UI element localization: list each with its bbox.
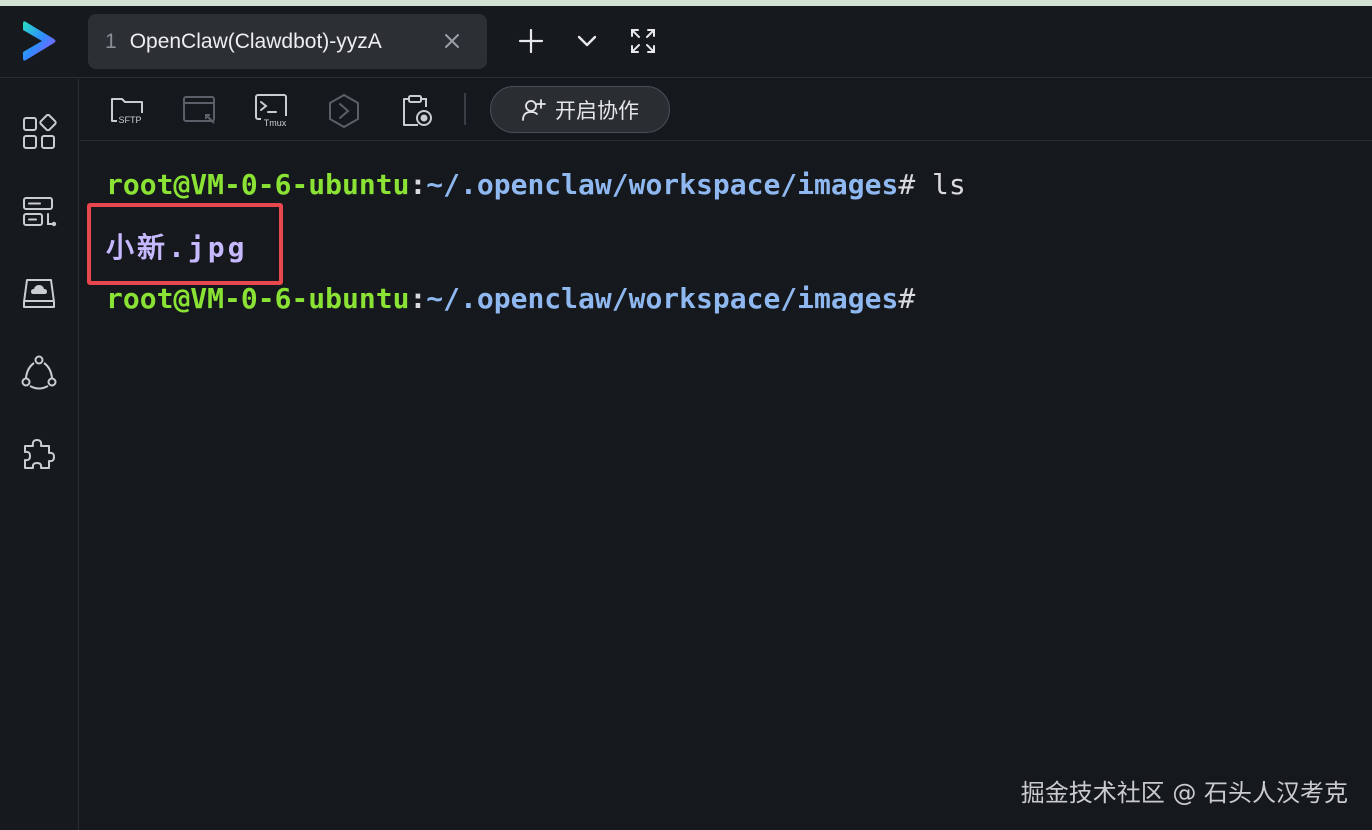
prompt-symbol: #	[898, 168, 916, 201]
chevron-down-icon[interactable]	[572, 26, 602, 56]
sftp-label: SFTP	[118, 115, 141, 125]
session-tab[interactable]: 1 OpenClaw(Clawdbot)-yyzA	[88, 14, 487, 69]
prompt-path: ~/.openclaw/workspace/images	[426, 168, 899, 201]
start-collaboration-button[interactable]: 开启协作	[490, 86, 670, 133]
prompt-separator: :	[409, 282, 427, 315]
tmux-label: Tmux	[264, 118, 287, 128]
tab-number: 1	[105, 29, 117, 53]
sidebar	[0, 79, 79, 830]
prompt-path: ~/.openclaw/workspace/images	[426, 282, 899, 315]
terminal-output[interactable]: root@VM-0-6-ubuntu:~/.openclaw/workspace…	[80, 142, 1372, 830]
toolbar-divider	[464, 93, 466, 125]
prompt-user: root@VM-0-6-ubuntu	[106, 168, 410, 201]
title-bar: 1 OpenClaw(Clawdbot)-yyzA	[0, 6, 1372, 78]
highlight-box	[87, 203, 283, 285]
watermark: 掘金技术社区 @ 石头人汉考克	[1020, 779, 1348, 807]
puzzle-plugin-icon[interactable]	[20, 434, 58, 472]
prompt-symbol: #	[898, 282, 916, 315]
hexagon-plugin-icon	[329, 94, 359, 128]
collab-label: 开启协作	[555, 98, 639, 123]
tmux-terminal-icon[interactable]: Tmux	[252, 91, 292, 131]
terminal-line: root@VM-0-6-ubuntu:~/.openclaw/workspace…	[106, 282, 915, 315]
clipboard-record-icon[interactable]	[396, 91, 436, 131]
apps-grid-icon[interactable]	[20, 114, 58, 152]
prompt-separator: :	[409, 168, 427, 201]
session-toolbar: SFTP Tmux 开启协作	[80, 79, 1372, 141]
server-list-icon[interactable]	[20, 194, 58, 232]
cloud-storage-icon[interactable]	[20, 274, 58, 312]
close-icon[interactable]	[441, 30, 463, 52]
command-text: ls	[915, 168, 966, 201]
terminal-line: root@VM-0-6-ubuntu:~/.openclaw/workspace…	[106, 168, 966, 201]
plus-icon[interactable]	[516, 26, 546, 56]
prompt-user: root@VM-0-6-ubuntu	[106, 282, 410, 315]
add-user-icon	[522, 98, 546, 121]
sftp-folder-icon[interactable]: SFTP	[108, 91, 148, 131]
fullscreen-icon[interactable]	[628, 26, 658, 56]
network-nodes-icon[interactable]	[20, 354, 58, 392]
remote-desktop-icon	[183, 96, 215, 124]
app-logo-icon	[23, 21, 56, 61]
tab-title: OpenClaw(Clawdbot)-yyzA	[129, 29, 382, 53]
